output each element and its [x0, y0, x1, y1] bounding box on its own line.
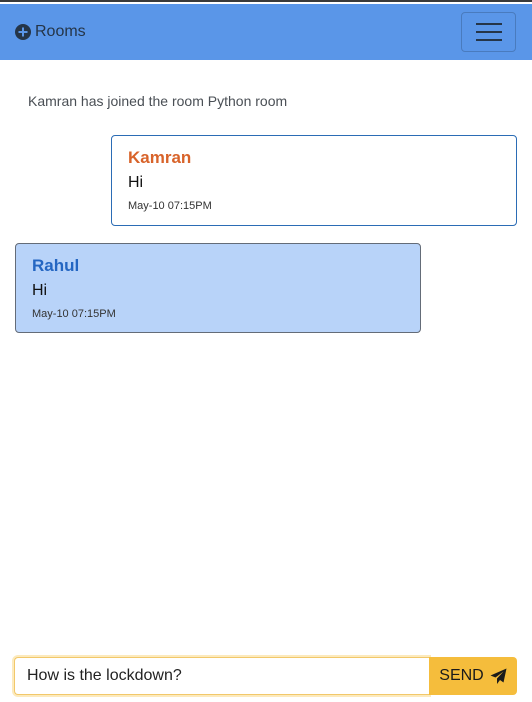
message-bubble-other: Rahul Hi May-10 07:15PM: [15, 243, 421, 333]
send-label: SEND: [439, 667, 484, 684]
message-input[interactable]: [14, 657, 429, 695]
message-time: May-10 07:15PM: [32, 308, 116, 320]
message-text: Hi: [32, 282, 48, 299]
plus-circle-icon: [15, 24, 31, 40]
menu-toggle-button[interactable]: [461, 12, 516, 52]
rooms-label: Rooms: [35, 23, 86, 40]
message-bubble-self: Kamran Hi May-10 07:15PM: [111, 135, 517, 226]
message-sender: Rahul: [32, 256, 80, 275]
hamburger-menu-icon: [475, 23, 502, 41]
paper-plane-icon: [490, 668, 507, 685]
navbar: Rooms: [0, 4, 532, 60]
message-text: Hi: [128, 174, 144, 191]
message-composer: SEND: [14, 657, 517, 695]
send-button[interactable]: SEND: [429, 657, 517, 695]
message-sender: Kamran: [128, 148, 192, 167]
system-message: Kamran has joined the room Python room: [28, 93, 288, 109]
rooms-link[interactable]: Rooms: [15, 23, 86, 41]
message-time: May-10 07:15PM: [128, 200, 212, 212]
